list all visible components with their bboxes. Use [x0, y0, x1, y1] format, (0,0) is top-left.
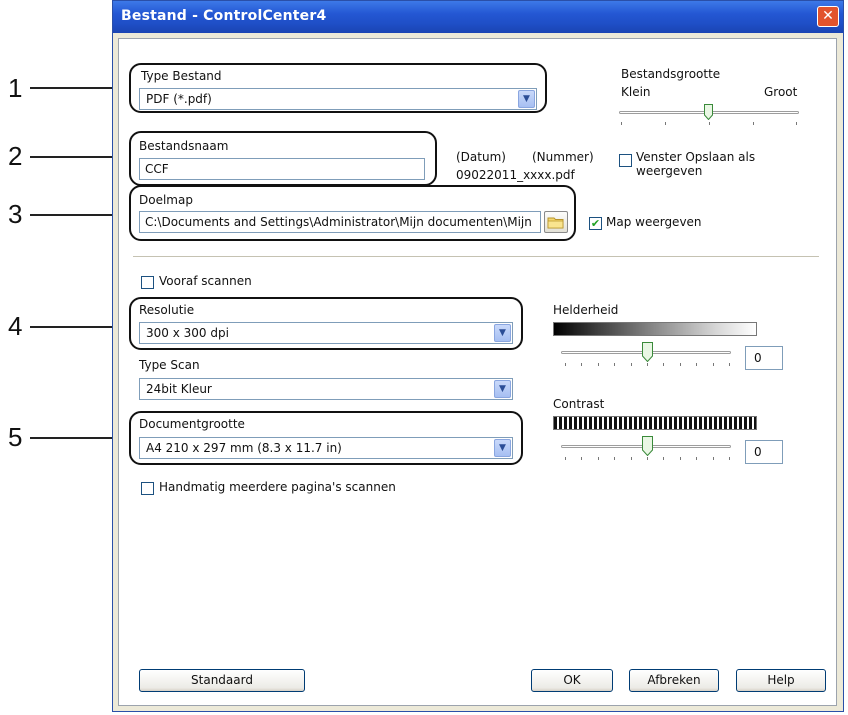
file-name-example: 09022011_xxxx.pdf: [456, 168, 575, 182]
slider-tick: [753, 122, 754, 125]
slider-tick: [680, 457, 681, 460]
slider-tick: [713, 457, 714, 460]
slider-tick: [565, 457, 566, 460]
scan-type-label: Type Scan: [139, 358, 200, 372]
file-size-thumb[interactable]: [704, 104, 713, 120]
callout-4-highlight: [129, 297, 523, 350]
callout-4: 4: [8, 311, 23, 341]
slider-tick: [621, 122, 622, 125]
contrast-value-input[interactable]: 0: [745, 440, 783, 464]
slider-tick: [713, 363, 714, 366]
cancel-button[interactable]: Afbreken: [629, 669, 719, 692]
callout-1: 1: [8, 73, 23, 103]
callout-2: 2: [8, 141, 23, 171]
window-title: Bestand - ControlCenter4: [121, 8, 327, 24]
close-icon: ✕: [822, 8, 834, 24]
settings-panel: Type Bestand PDF (*.pdf) ▼ Bestandsgroot…: [118, 38, 837, 706]
file-size-min-label: Klein: [621, 85, 651, 99]
title-bar[interactable]: Bestand - ControlCenter4 ✕: [113, 1, 843, 33]
slider-tick: [663, 457, 664, 460]
slider-tick: [647, 363, 648, 366]
contrast-pattern: [553, 416, 757, 430]
prescan-label: Vooraf scannen: [159, 274, 252, 288]
number-column-label: (Nummer): [532, 150, 594, 164]
callout-3-highlight: [129, 185, 576, 241]
section-divider: [133, 256, 819, 257]
slider-tick: [729, 457, 730, 460]
slider-tick: [581, 457, 582, 460]
brightness-label: Helderheid: [553, 303, 619, 317]
dialog-window: Bestand - ControlCenter4 ✕ Type Bestand …: [112, 0, 844, 712]
callout-5-highlight: [129, 411, 523, 465]
slider-tick: [598, 363, 599, 366]
slider-tick: [663, 363, 664, 366]
show-save-as-checkbox[interactable]: [619, 154, 632, 167]
contrast-thumb[interactable]: [641, 436, 653, 456]
ok-button[interactable]: OK: [531, 669, 613, 692]
help-button[interactable]: Help: [736, 669, 826, 692]
slider-tick: [680, 363, 681, 366]
slider-tick: [696, 457, 697, 460]
contrast-slider[interactable]: [559, 435, 735, 465]
file-size-max-label: Groot: [764, 85, 798, 99]
slider-tick: [729, 363, 730, 366]
manual-multipage-checkbox[interactable]: [141, 482, 154, 495]
scan-type-select[interactable]: 24bit Kleur ▼: [139, 378, 513, 400]
callout-2-highlight: [129, 131, 437, 186]
slider-tick: [665, 122, 666, 125]
slider-tick: [614, 363, 615, 366]
show-folder-checkbox[interactable]: ✔: [589, 217, 602, 230]
file-size-label: Bestandsgrootte: [621, 67, 721, 81]
slider-tick: [647, 457, 648, 460]
prescan-checkbox[interactable]: [141, 276, 154, 289]
contrast-label: Contrast: [553, 397, 605, 411]
chevron-down-icon[interactable]: ▼: [494, 380, 511, 398]
callout-1-highlight: [129, 63, 547, 113]
slider-tick: [696, 363, 697, 366]
brightness-gradient: [553, 322, 757, 336]
brightness-slider[interactable]: [559, 341, 735, 371]
show-save-as-label: Venster Opslaan als weergeven: [636, 150, 756, 178]
brightness-value-input[interactable]: 0: [745, 346, 783, 370]
file-size-slider[interactable]: [617, 103, 801, 127]
slider-tick: [709, 122, 710, 125]
slider-tick: [796, 122, 797, 125]
slider-tick: [598, 457, 599, 460]
close-button[interactable]: ✕: [817, 6, 839, 27]
date-column-label: (Datum): [456, 150, 506, 164]
check-mark-icon: ✔: [590, 217, 601, 230]
manual-multipage-label: Handmatig meerdere pagina's scannen: [159, 480, 396, 494]
callout-3: 3: [8, 199, 23, 229]
slider-tick: [581, 363, 582, 366]
slider-tick: [631, 457, 632, 460]
show-folder-label: Map weergeven: [606, 215, 702, 229]
scan-type-value: 24bit Kleur: [146, 382, 212, 396]
callout-5: 5: [8, 422, 23, 452]
brightness-thumb[interactable]: [641, 342, 653, 362]
slider-tick: [631, 363, 632, 366]
default-button[interactable]: Standaard: [139, 669, 305, 692]
slider-tick: [614, 457, 615, 460]
slider-tick: [565, 363, 566, 366]
